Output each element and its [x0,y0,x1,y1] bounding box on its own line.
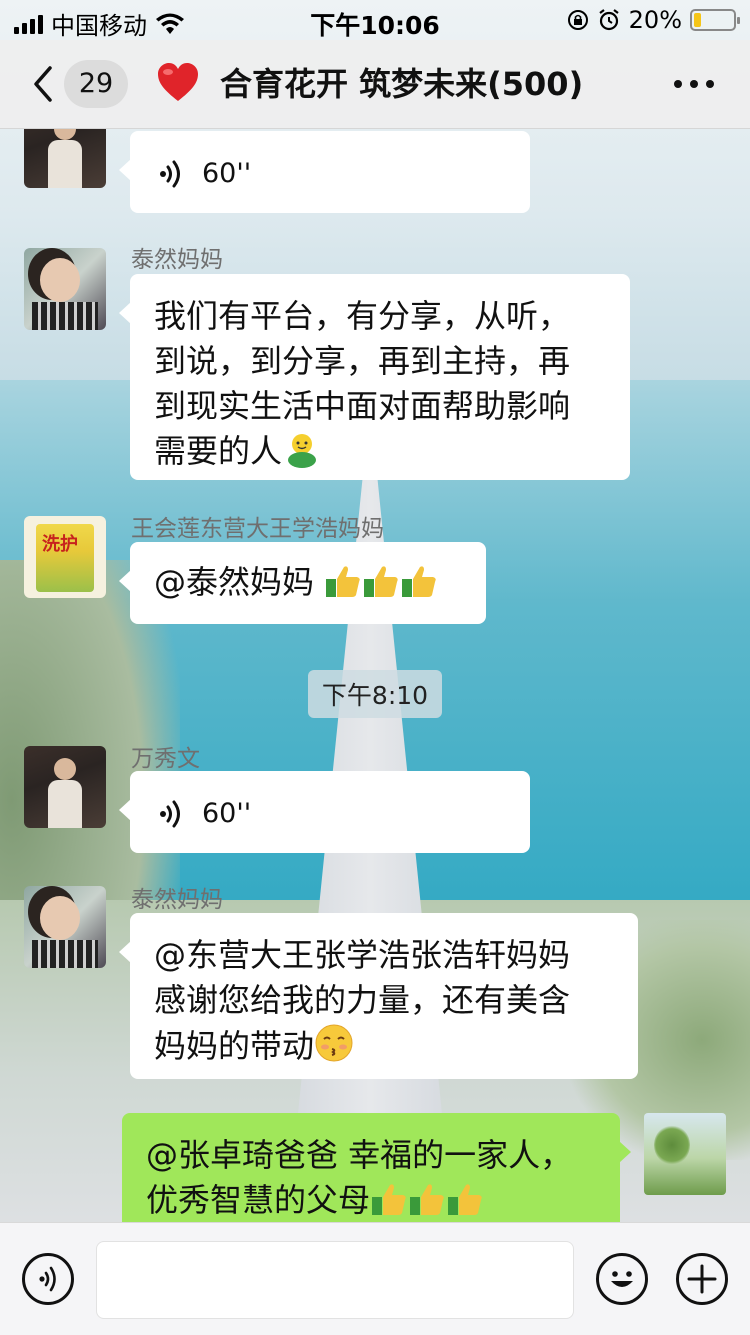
message-text: @泰然妈妈 [154,563,325,601]
message-list[interactable]: 60'' 泰然妈妈 我们有平台，有分享，从听， 到说，到分享，再到主持，再 到现… [0,128,750,1222]
text-message[interactable]: @泰然妈妈 [119,542,486,624]
text-message-self[interactable]: @张卓琦爸爸 幸福的一家人， 优秀智慧的父母 [122,1113,631,1222]
message-line: 需要的人 [154,432,283,470]
timestamp: 下午8:10 [0,670,750,718]
voice-duration: 60'' [202,158,252,189]
more-icon[interactable] [674,80,714,88]
add-icon[interactable] [676,1253,728,1305]
thumbs-up-icon [370,1181,484,1219]
chat-header: 29 合育花开 筑梦未来(500) [0,40,750,129]
alarm-icon [598,9,619,31]
thumbs-up-icon [324,563,438,601]
battery-icon [690,9,740,31]
battery-percent: 20% [628,6,682,34]
avatar[interactable] [24,128,106,188]
message-input[interactable] [96,1241,574,1319]
voice-icon [160,800,180,827]
avatar[interactable] [24,746,106,828]
message-line: 优秀智慧的父母 [146,1181,371,1219]
sender-name: 泰然妈妈 [131,887,223,913]
message-line: @张卓琦爸爸 幸福的一家人， [146,1136,573,1174]
sender-name: 泰然妈妈 [131,247,223,273]
avatar[interactable] [24,516,106,598]
unread-count-badge[interactable]: 29 [64,60,128,108]
message-line: 妈妈的带动 [154,1027,315,1065]
voice-icon [160,160,180,187]
self-avatar[interactable] [644,1113,726,1195]
kissing-face-icon [315,1024,353,1062]
voice-message[interactable]: 60'' [119,131,530,213]
hug-emoji-icon [288,434,317,468]
input-bar [0,1222,750,1335]
sender-name: 万秀文 [131,746,200,772]
message-line: 我们有平台，有分享，从听， [154,297,571,335]
voice-duration: 60'' [202,798,252,829]
avatar[interactable] [24,886,106,968]
status-bar: 中国移动 下午10:06 20% [0,0,750,40]
sender-name: 王会莲东营大王学浩妈妈 [131,516,384,542]
orientation-lock-icon [567,10,588,30]
avatar[interactable] [24,248,106,330]
message-line: @东营大王张学浩张浩轩妈妈 [154,936,571,974]
message-line: 感谢您给我的力量，还有美含 [154,981,571,1019]
message-line: 到现实生活中面对面帮助影响 [154,387,571,425]
voice-input-icon[interactable] [22,1253,74,1305]
voice-message[interactable]: 60'' [119,771,530,853]
back-icon[interactable] [26,62,66,106]
emoji-icon[interactable] [596,1253,648,1305]
group-title: 合育花开 筑梦未来(500) [220,65,584,103]
heart-icon [158,63,198,101]
message-line: 到说，到分享，再到主持，再 [154,342,571,380]
text-message[interactable]: @东营大王张学浩张浩轩妈妈 感谢您给我的力量，还有美含 妈妈的带动 [119,913,638,1079]
text-message[interactable]: 我们有平台，有分享，从听， 到说，到分享，再到主持，再 到现实生活中面对面帮助影… [119,274,630,480]
